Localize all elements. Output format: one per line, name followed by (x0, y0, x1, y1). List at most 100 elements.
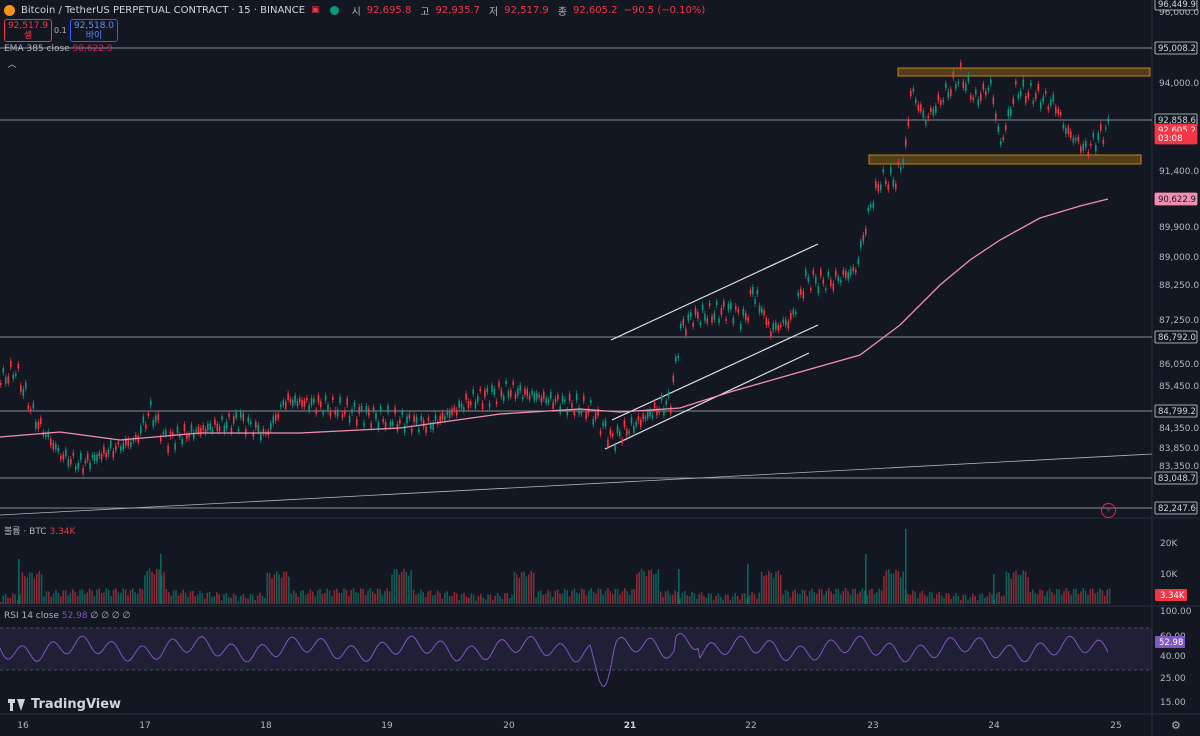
volume-bar (384, 591, 386, 604)
volume-bar (775, 571, 777, 604)
candle-body (540, 397, 543, 403)
gear-icon[interactable]: ⚙ (1171, 719, 1183, 732)
volume-bar (120, 592, 122, 604)
time-tick: 19 (381, 721, 393, 731)
candle-body (1090, 143, 1092, 146)
volume-label: 볼륨 · BTC (4, 527, 47, 537)
volume-bar (760, 571, 763, 604)
volume-bar (350, 590, 352, 604)
price-label-text: 86,792.0 (1158, 333, 1196, 343)
candle-body (907, 119, 910, 126)
price-label-text: 03:08 (1158, 134, 1183, 144)
volume-bar (302, 590, 304, 604)
volume-bar (768, 570, 770, 604)
candle-body (935, 105, 937, 113)
volume-bar (1051, 592, 1053, 604)
candle-body (329, 410, 332, 417)
volume-bar (801, 589, 804, 604)
candle-body (997, 126, 1000, 132)
volume-bar (777, 570, 780, 604)
candle-body (970, 95, 972, 100)
volume-bar (890, 573, 892, 604)
volume-bar (297, 596, 300, 604)
candle-body (45, 434, 47, 438)
candle-body (406, 416, 408, 424)
candle-body (653, 402, 656, 409)
candle-body (711, 316, 713, 323)
candle-body (922, 110, 925, 118)
candle-body (980, 93, 982, 101)
time-tick: 21 (623, 721, 637, 731)
candle-body (285, 402, 287, 409)
candle-body (391, 421, 394, 426)
volume-bar (158, 569, 160, 604)
candle-body (211, 429, 214, 433)
candle-body (486, 387, 489, 393)
volume-bar (331, 596, 333, 604)
candle-body (594, 412, 597, 420)
candle-body (1022, 79, 1025, 87)
candle-body (775, 322, 777, 330)
volume-bar (316, 590, 319, 604)
candle-body (472, 389, 474, 394)
volume-bar (588, 590, 590, 604)
candle-body (685, 328, 687, 336)
candle-body (200, 428, 202, 435)
candle-body (122, 442, 125, 449)
candle-body (995, 113, 997, 121)
volume-bar (0, 602, 2, 604)
buy-button[interactable]: 92,518.0 바이 (70, 19, 118, 42)
volume-bar (657, 569, 660, 604)
volume-bar (840, 594, 842, 604)
volume-bar (96, 589, 98, 604)
candle-body (500, 389, 503, 397)
volume-bar (859, 591, 861, 604)
candle-body (453, 407, 456, 410)
volume-bar (1048, 588, 1051, 604)
volume-bar (710, 593, 712, 604)
volume-bar (494, 595, 496, 604)
volume-bar (364, 595, 367, 604)
volume-bar (976, 600, 979, 604)
volume-bar (192, 590, 194, 604)
candle-body (730, 302, 732, 310)
volume-bar (1108, 588, 1111, 604)
candle-body (637, 416, 640, 421)
volume-bar (943, 598, 945, 604)
volume-bar (1005, 571, 1008, 604)
volume-bar (607, 588, 609, 604)
volume-bar (763, 576, 765, 604)
volume-bar (652, 574, 655, 604)
candle-body (805, 269, 807, 277)
symbol-title[interactable]: Bitcoin / TetherUS PERPETUAL CONTRACT · … (21, 5, 305, 16)
candle-body (1020, 90, 1022, 97)
chevron-up-icon[interactable]: ︿ (6, 59, 18, 71)
candle-body (22, 389, 25, 397)
candle-body (640, 419, 642, 427)
candle-body (37, 422, 40, 429)
candle-body (1077, 137, 1080, 142)
volume-bar (446, 591, 448, 604)
candle-body (408, 414, 411, 419)
sell-button[interactable]: 92,517.9 셀 (4, 19, 52, 42)
candle-body (415, 416, 418, 424)
chart-area[interactable]: 96,000.0 94,000.0 91,400.0 89,900.0 89,000.0… (0, 0, 1200, 736)
volume-bar (319, 589, 321, 604)
candle-body (197, 426, 200, 433)
candle-body (105, 452, 107, 458)
tradingview-logo[interactable]: TradingView (8, 697, 121, 712)
volume-bar (372, 591, 374, 604)
flag-icon[interactable]: ▣ (311, 5, 320, 15)
candle-body (160, 437, 162, 442)
ema-legend[interactable]: EMA 385 close 90,622.9 (4, 44, 113, 54)
candle-body (763, 310, 765, 316)
rsi-legend[interactable]: RSI 14 close 52.98 ∅ ∅ ∅ ∅ (4, 611, 130, 621)
candle-body (1032, 100, 1035, 104)
volume-bar (811, 588, 813, 604)
lightning-icon[interactable]: ⚡ (1101, 503, 1116, 518)
candle-body (240, 411, 242, 418)
volume-bar (1068, 591, 1070, 604)
chart-canvas[interactable]: 96,000.094,000.091,400.089,900.089,000.0… (0, 0, 1200, 736)
volume-bar (398, 574, 400, 604)
volume-legend[interactable]: 볼륨 · BTC 3.34K (4, 524, 75, 537)
